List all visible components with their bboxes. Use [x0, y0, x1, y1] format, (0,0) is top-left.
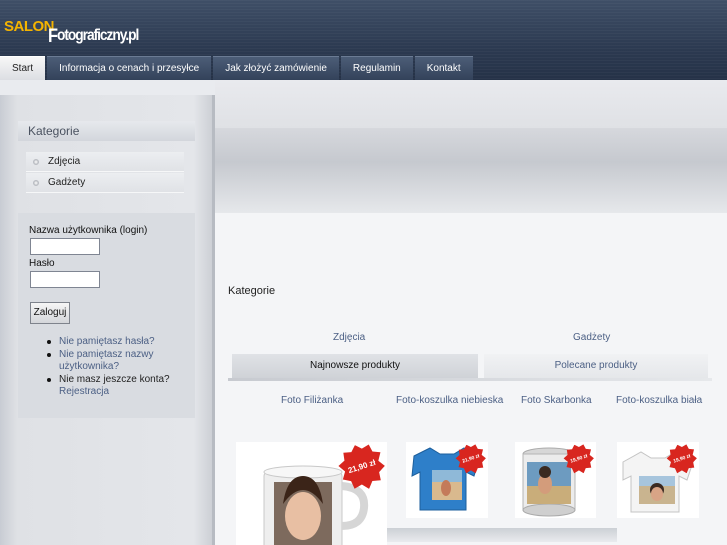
main-content: Kategorie Zdjęcia Gadżety Najnowsze prod…	[215, 80, 727, 545]
banner-band	[215, 128, 727, 213]
forgot-password-link[interactable]: Nie pamiętasz hasła?	[59, 336, 155, 347]
products-shadow	[387, 528, 617, 542]
sidebar: Kategorie Zdjęcia Gadżety Nazwa użytkown…	[0, 95, 215, 545]
site-header: SALON Fotograficzny.pl Start Informacja …	[0, 0, 727, 80]
tab-featured-products[interactable]: Polecane produkty	[484, 354, 708, 378]
product-name-blue-tshirt[interactable]: Foto-koszulka niebieska	[396, 395, 503, 406]
list-item: Nie pamiętasz hasła?	[47, 336, 189, 348]
tab-how-to-order[interactable]: Jak złożyć zamówienie	[213, 56, 339, 80]
sidebar-item-gadzety[interactable]: Gadżety	[26, 173, 184, 193]
no-account-text: Nie masz jeszcze konta?	[59, 374, 170, 385]
tab-contact[interactable]: Kontakt	[414, 56, 473, 80]
product-image-money-box[interactable]: 19,90 zł	[515, 442, 596, 518]
sidebar-item-zdjecia[interactable]: Zdjęcia	[26, 152, 184, 172]
page-title: Kategorie	[228, 285, 276, 297]
password-field[interactable]	[30, 271, 100, 288]
login-links: Nie pamiętasz hasła? Nie pamiętasz nazwy…	[47, 336, 189, 399]
login-button[interactable]: Zaloguj	[30, 302, 70, 324]
logo-salon: SALON	[4, 18, 55, 35]
list-item: Nie masz jeszcze konta? Rejestracja	[47, 374, 189, 398]
tab-start[interactable]: Start	[0, 56, 46, 80]
tab-newest-products[interactable]: Najnowsze produkty	[232, 354, 478, 378]
bullet-icon	[33, 159, 39, 165]
forgot-username-link[interactable]: Nie pamiętasz nazwy użytkownika?	[59, 349, 153, 372]
category-link-gadzety[interactable]: Gadżety	[573, 332, 610, 343]
list-item: Nie pamiętasz nazwy użytkownika?	[47, 349, 189, 373]
product-image-mug[interactable]: 21,90 zł	[236, 442, 387, 545]
register-link[interactable]: Rejestracja	[59, 386, 109, 397]
username-field[interactable]	[30, 238, 100, 255]
main-nav: Start Informacja o cenach i przesyłce Ja…	[0, 56, 475, 80]
sidebar-item-label: Gadżety	[48, 177, 86, 188]
tab-pricing-shipping[interactable]: Informacja o cenach i przesyłce	[47, 56, 212, 80]
password-label: Hasło	[29, 258, 55, 269]
sidebar-item-label: Zdjęcia	[48, 156, 81, 167]
logo-domain: Fotograficzny.pl	[48, 26, 139, 47]
username-label: Nazwa użytkownika (login)	[29, 225, 148, 236]
bullet-icon	[33, 180, 39, 186]
category-list: Zdjęcia Gadżety	[26, 152, 184, 194]
product-name-money-box[interactable]: Foto Skarbonka	[521, 395, 592, 406]
tab-divider	[228, 378, 712, 381]
top-band	[215, 80, 727, 128]
category-link-zdjecia[interactable]: Zdjęcia	[333, 332, 365, 343]
product-name-mug[interactable]: Foto Filiżanka	[281, 395, 343, 406]
product-name-white-tshirt[interactable]: Foto-koszulka biała	[616, 395, 702, 406]
product-image-white-tshirt[interactable]: 19,90 zł	[617, 442, 699, 518]
login-form: Nazwa użytkownika (login) Hasło Zaloguj …	[18, 213, 195, 418]
product-image-blue-tshirt[interactable]: 21,90 zł	[406, 442, 488, 518]
categories-heading: Kategorie	[18, 121, 195, 141]
tab-terms[interactable]: Regulamin	[340, 56, 413, 80]
